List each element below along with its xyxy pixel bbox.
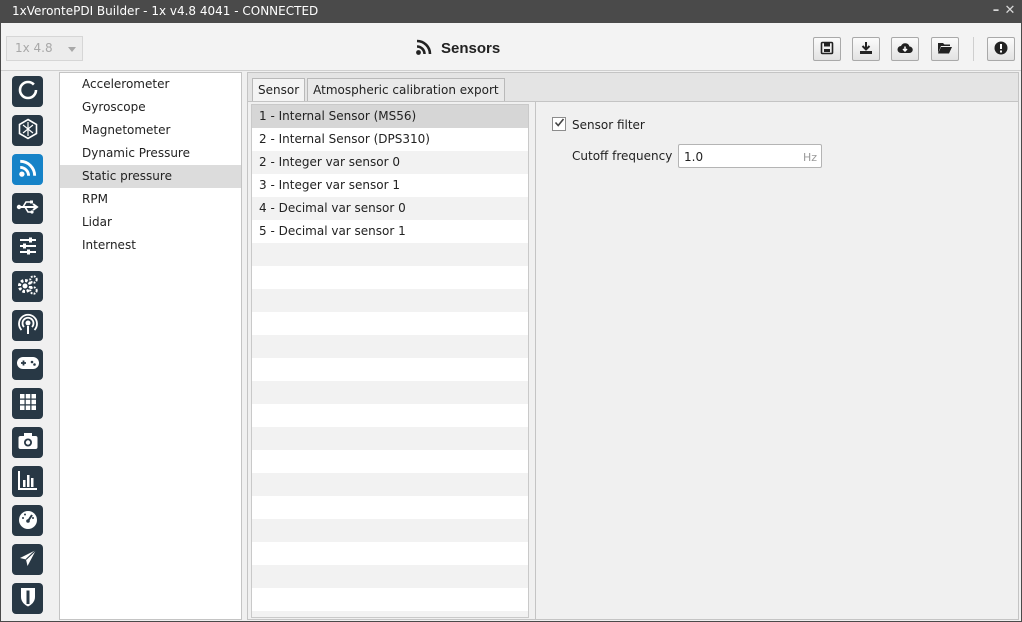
grid-icon xyxy=(18,392,38,415)
broadcast-icon xyxy=(17,313,39,338)
splitter[interactable] xyxy=(535,102,536,620)
sensor-panel: Sensor Atmospheric calibration export 1 … xyxy=(247,72,1019,620)
nav-button-gauge[interactable] xyxy=(12,505,43,536)
minimize-icon[interactable]: – xyxy=(989,3,1003,19)
nav-button-grid[interactable] xyxy=(12,388,43,419)
gauge-icon xyxy=(17,508,39,533)
nav-button-usb[interactable] xyxy=(12,193,43,224)
toolbar: 1x 4.8 Sensors xyxy=(1,23,1021,71)
chevron-down-icon xyxy=(68,47,76,52)
version-select[interactable]: 1x 4.8 xyxy=(6,36,83,61)
category-lidar[interactable]: Lidar xyxy=(60,211,241,234)
checkmark-icon xyxy=(554,117,565,131)
empty-row xyxy=(252,450,528,473)
gamepad-icon xyxy=(16,354,40,375)
empty-row xyxy=(252,588,528,611)
sensor-filter-label: Sensor filter xyxy=(572,118,645,132)
category-rpm[interactable]: RPM xyxy=(60,188,241,211)
category-internest[interactable]: Internest xyxy=(60,234,241,257)
sensor-item-6[interactable]: 5 - Decimal var sensor 1 xyxy=(252,220,528,243)
empty-row xyxy=(252,381,528,404)
empty-row xyxy=(252,289,528,312)
alert-icon xyxy=(994,41,1008,58)
cloud-download-icon xyxy=(897,41,913,58)
sensor-item-1[interactable]: 1 - Internal Sensor (MS56) xyxy=(252,105,528,128)
tab-content: 1 - Internal Sensor (MS56) 2 - Internal … xyxy=(248,101,1018,620)
alert-button[interactable] xyxy=(987,37,1015,61)
tab-bar: Sensor Atmospheric calibration export xyxy=(252,78,507,102)
airplane-icon xyxy=(17,547,39,572)
camera-icon xyxy=(17,431,39,454)
toolbar-separator xyxy=(973,37,974,61)
sensor-item-2[interactable]: 2 - Internal Sensor (DPS310) xyxy=(252,128,528,151)
bar-chart-icon xyxy=(17,469,39,494)
nav-button-sliders[interactable] xyxy=(12,232,43,263)
save-button[interactable] xyxy=(813,37,841,61)
category-gyroscope[interactable]: Gyroscope xyxy=(60,96,241,119)
empty-row xyxy=(252,427,528,450)
sliders-icon xyxy=(18,236,38,259)
tab-sensor[interactable]: Sensor xyxy=(252,78,306,102)
shield-icon xyxy=(18,586,38,611)
nav-button-airplane[interactable] xyxy=(12,544,43,575)
empty-row xyxy=(252,358,528,381)
download-button[interactable] xyxy=(852,37,880,61)
empty-row xyxy=(252,565,528,588)
window-title: 1xVerontePDI Builder - 1x v4.8 4041 - CO… xyxy=(12,4,319,18)
page-title: Sensors xyxy=(441,39,501,57)
category-accelerometer[interactable]: Accelerometer xyxy=(60,73,241,96)
nav-button-shield[interactable] xyxy=(12,583,43,614)
cutoff-frequency-input[interactable]: 1.0 Hz xyxy=(678,144,822,168)
empty-row xyxy=(252,335,528,358)
nav-button-camera[interactable] xyxy=(12,427,43,458)
download-icon xyxy=(859,41,873,58)
nav-button-chart[interactable] xyxy=(12,466,43,497)
rss-icon xyxy=(415,38,433,59)
category-dynamic-pressure[interactable]: Dynamic Pressure xyxy=(60,142,241,165)
empty-row xyxy=(252,519,528,542)
open-folder-button[interactable] xyxy=(931,37,959,61)
sensor-list: 1 - Internal Sensor (MS56) 2 - Internal … xyxy=(251,104,529,618)
usb-icon xyxy=(16,197,40,220)
title-bar: 1xVerontePDI Builder - 1x v4.8 4041 - CO… xyxy=(0,0,1022,23)
category-list: Accelerometer Gyroscope Magnetometer Dyn… xyxy=(59,72,242,620)
circle-notch-icon xyxy=(17,79,39,104)
sensor-hex-icon xyxy=(17,118,39,143)
nav-button-status[interactable] xyxy=(12,76,43,107)
sensor-filter-checkbox[interactable] xyxy=(552,117,566,131)
empty-row xyxy=(252,312,528,335)
sensor-item-4[interactable]: 3 - Integer var sensor 1 xyxy=(252,174,528,197)
nav-button-gamepad[interactable] xyxy=(12,349,43,380)
nav-icon-bar xyxy=(5,72,53,619)
cutoff-frequency-label: Cutoff frequency xyxy=(572,149,673,163)
nav-button-sensors[interactable] xyxy=(12,154,43,185)
folder-open-icon xyxy=(937,41,953,58)
cogs-icon xyxy=(17,274,39,299)
category-static-pressure[interactable]: Static pressure xyxy=(60,165,241,188)
cutoff-frequency-unit: Hz xyxy=(802,151,817,164)
cutoff-frequency-value: 1.0 xyxy=(684,150,704,164)
nav-button-sensor-hex[interactable] xyxy=(12,115,43,146)
nav-button-broadcast[interactable] xyxy=(12,310,43,341)
empty-row xyxy=(252,542,528,565)
rss-icon xyxy=(18,158,38,181)
page-heading: Sensors xyxy=(415,37,500,59)
sensor-item-3[interactable]: 2 - Integer var sensor 0 xyxy=(252,151,528,174)
tab-atmospheric-calibration-export[interactable]: Atmospheric calibration export xyxy=(307,78,505,102)
category-magnetometer[interactable]: Magnetometer xyxy=(60,119,241,142)
nav-button-settings[interactable] xyxy=(12,271,43,302)
main-window: 1x 4.8 Sensors Accelerometer Gyroscope M… xyxy=(1,23,1021,621)
close-icon[interactable]: ✕ xyxy=(1003,3,1017,19)
save-icon xyxy=(820,41,834,58)
sensor-item-5[interactable]: 4 - Decimal var sensor 0 xyxy=(252,197,528,220)
empty-row xyxy=(252,243,528,266)
cloud-download-button[interactable] xyxy=(891,37,919,61)
empty-row xyxy=(252,404,528,427)
version-select-value: 1x 4.8 xyxy=(15,41,53,55)
empty-row xyxy=(252,266,528,289)
empty-row xyxy=(252,473,528,496)
empty-row xyxy=(252,611,528,617)
empty-row xyxy=(252,496,528,519)
